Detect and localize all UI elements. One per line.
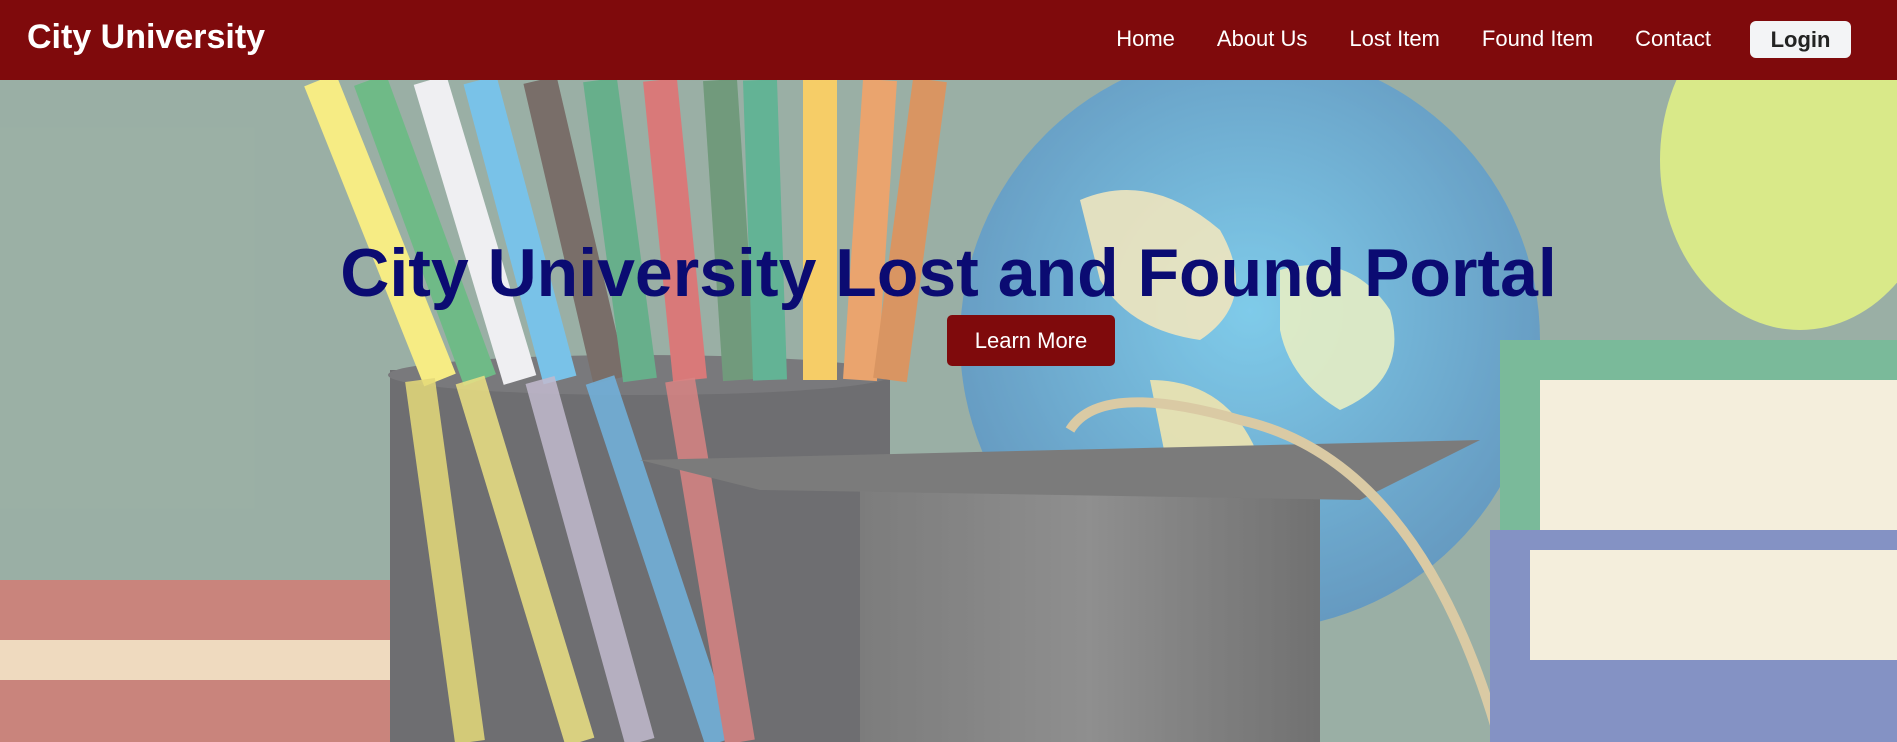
nav-link-lost-item[interactable]: Lost Item bbox=[1349, 26, 1439, 52]
learn-more-button[interactable]: Learn More bbox=[947, 315, 1115, 366]
nav-links: Home About Us Lost Item Found Item Conta… bbox=[1074, 26, 1711, 52]
brand-logo-text[interactable]: City University bbox=[27, 18, 265, 57]
hero-section: City University Lost and Found Portal Le… bbox=[0, 80, 1897, 742]
nav-link-about-us[interactable]: About Us bbox=[1217, 26, 1308, 52]
login-button[interactable]: Login bbox=[1750, 21, 1851, 58]
nav-link-found-item[interactable]: Found Item bbox=[1482, 26, 1593, 52]
nav-link-contact[interactable]: Contact bbox=[1635, 26, 1711, 52]
hero-title: City University Lost and Found Portal bbox=[340, 235, 1557, 311]
hero-overlay bbox=[0, 80, 1897, 742]
nav-link-home[interactable]: Home bbox=[1116, 26, 1175, 52]
navbar: City University Home About Us Lost Item … bbox=[0, 0, 1897, 80]
